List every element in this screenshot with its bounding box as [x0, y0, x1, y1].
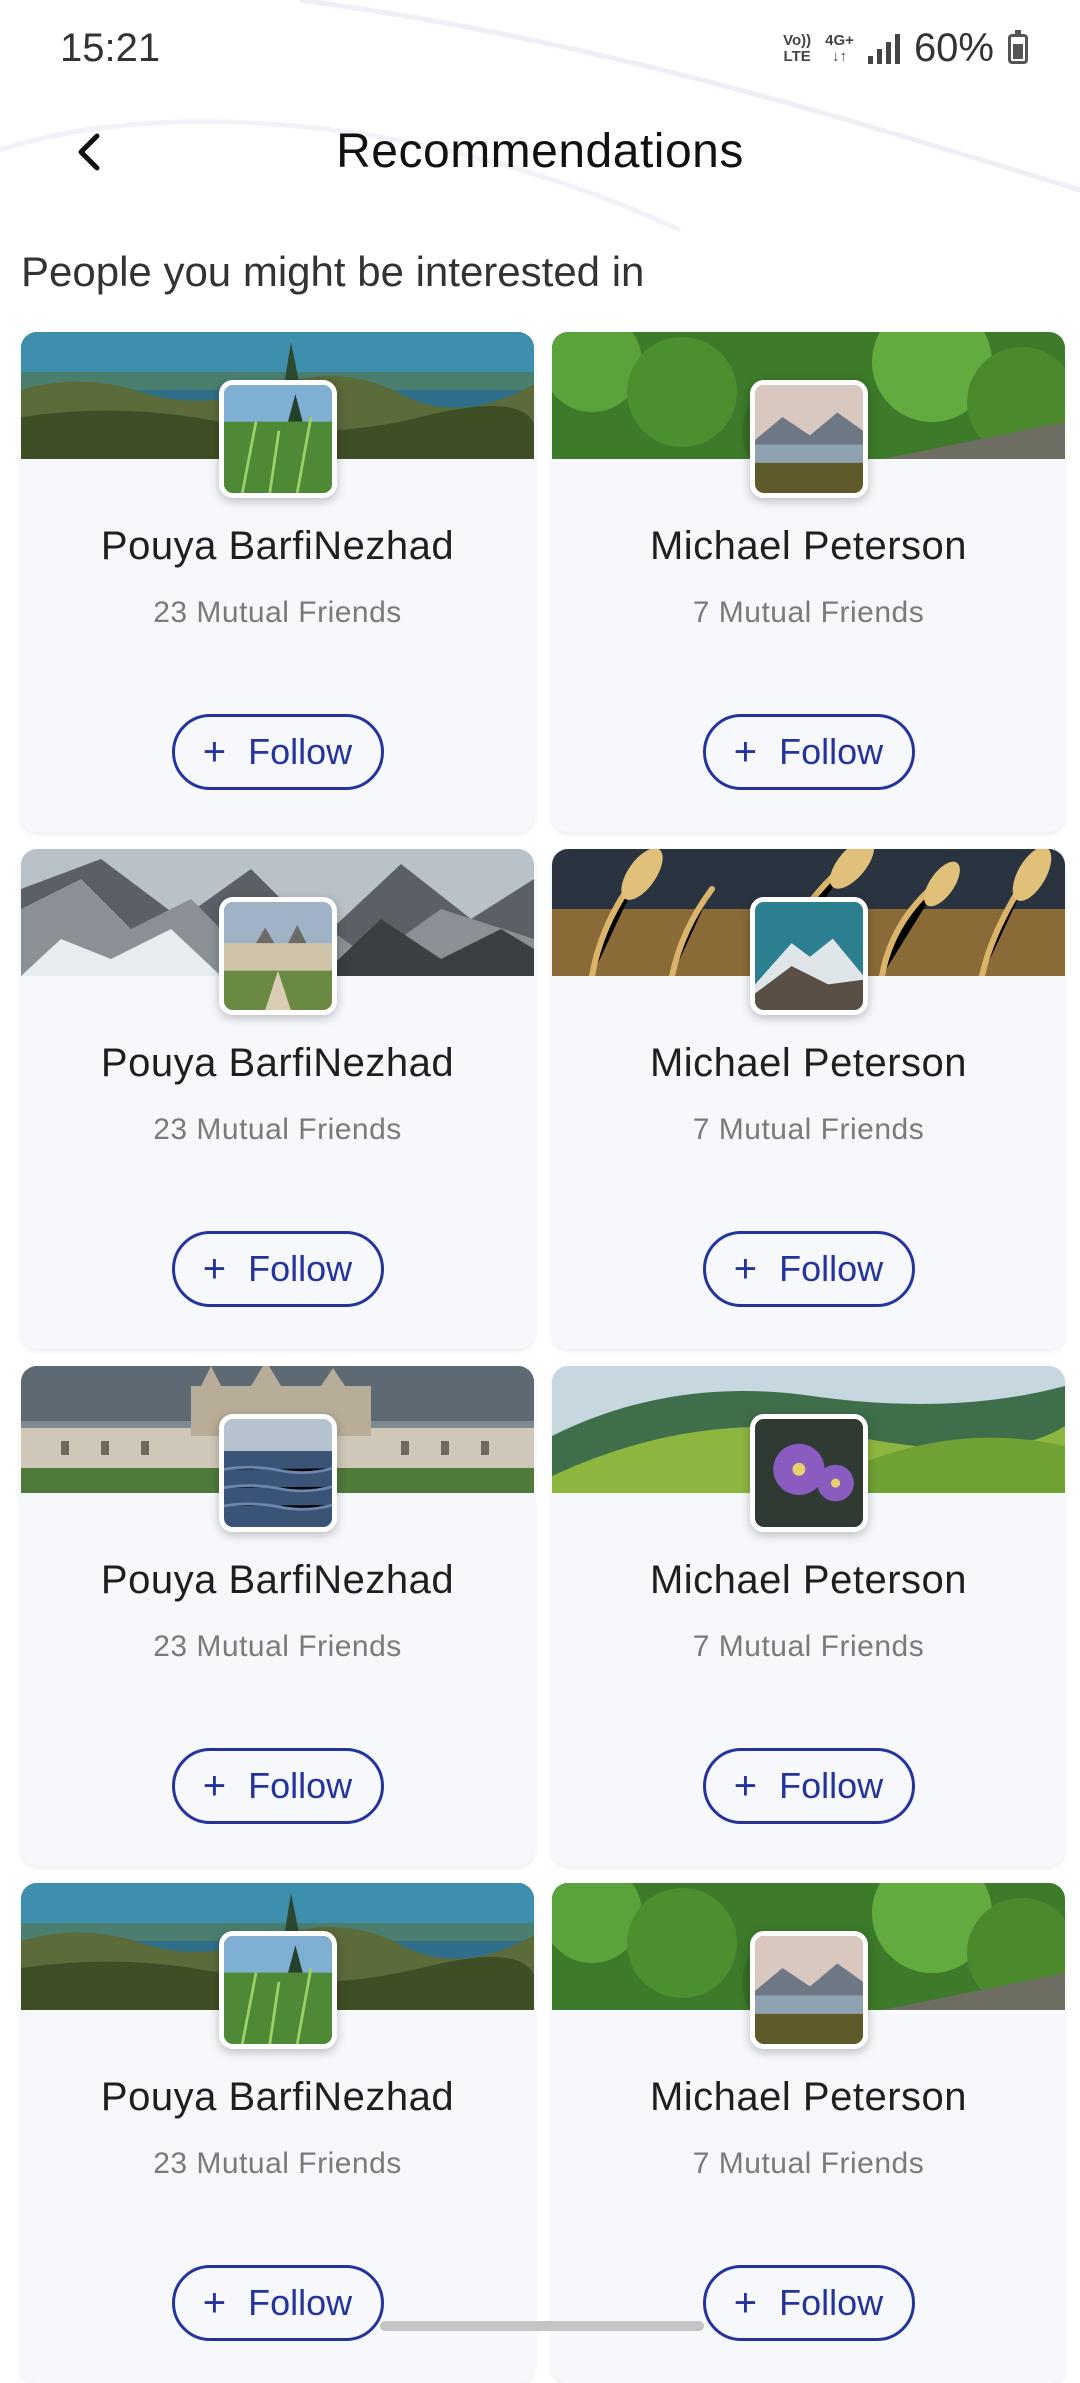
app-header: Recommendations: [0, 100, 1080, 210]
recommendation-card[interactable]: Michael Peterson 7 Mutual Friends + Foll…: [552, 332, 1065, 832]
avatar[interactable]: [749, 897, 868, 1015]
follow-button[interactable]: + Follow: [702, 1231, 915, 1307]
avatar-image: [754, 902, 863, 1010]
avatar[interactable]: [749, 1414, 868, 1532]
recommendation-card[interactable]: Pouya BarfiNezhad 23 Mutual Friends + Fo…: [21, 332, 534, 832]
person-name: Pouya BarfiNezhad: [100, 1041, 455, 1085]
follow-label: Follow: [248, 1248, 353, 1289]
follow-button[interactable]: + Follow: [171, 1231, 384, 1307]
avatar-image: [754, 385, 863, 493]
recommendation-card[interactable]: Pouya BarfiNezhad 23 Mutual Friends + Fo…: [21, 1366, 534, 1866]
person-name: Michael Peterson: [649, 2075, 968, 2119]
plus-icon: +: [202, 2281, 227, 2325]
plus-icon: +: [733, 2281, 758, 2325]
person-name: Pouya BarfiNezhad: [100, 524, 455, 568]
follow-button[interactable]: + Follow: [171, 2265, 384, 2341]
mutual-friends: 23 Mutual Friends: [153, 2147, 402, 2180]
status-icons: Vo)) LTE 4G+ ↓↑ 60%: [783, 26, 1028, 71]
person-name: Pouya BarfiNezhad: [100, 2075, 455, 2119]
follow-button[interactable]: + Follow: [171, 1748, 384, 1824]
mutual-friends: 7 Mutual Friends: [692, 1630, 925, 1663]
recommendation-card[interactable]: Michael Peterson 7 Mutual Friends + Foll…: [552, 1883, 1065, 2383]
avatar-image: [754, 1936, 863, 2044]
battery-icon: [1008, 29, 1028, 64]
person-name: Michael Peterson: [649, 1558, 968, 1602]
person-name: Michael Peterson: [649, 524, 968, 568]
home-indicator[interactable]: [380, 2321, 704, 2331]
plus-icon: +: [733, 1764, 758, 1808]
follow-label: Follow: [248, 1765, 353, 1806]
avatar-image: [223, 385, 332, 493]
follow-label: Follow: [779, 731, 884, 772]
person-name: Pouya BarfiNezhad: [100, 1558, 455, 1602]
follow-label: Follow: [779, 1248, 884, 1289]
mutual-friends: 7 Mutual Friends: [692, 596, 925, 629]
avatar[interactable]: [218, 1931, 337, 2049]
battery-percent: 60%: [913, 26, 994, 70]
plus-icon: +: [202, 1764, 227, 1808]
recommendation-card[interactable]: Pouya BarfiNezhad 23 Mutual Friends + Fo…: [21, 1883, 534, 2383]
plus-icon: +: [733, 1247, 758, 1291]
avatar-image: [754, 1419, 863, 1527]
avatar-image: [223, 902, 332, 1010]
status-time: 15:21: [60, 26, 161, 70]
volte-icon: Vo)) LTE: [783, 31, 812, 65]
avatar[interactable]: [218, 897, 337, 1015]
avatar[interactable]: [218, 1414, 337, 1532]
avatar-image: [223, 1419, 332, 1527]
avatar[interactable]: [749, 1931, 868, 2049]
plus-icon: +: [202, 1247, 227, 1291]
follow-label: Follow: [248, 2282, 353, 2323]
follow-button[interactable]: + Follow: [702, 2265, 915, 2341]
mutual-friends: 7 Mutual Friends: [692, 1113, 925, 1146]
avatar[interactable]: [218, 380, 337, 498]
page-title: Recommendations: [336, 125, 744, 178]
mutual-friends: 23 Mutual Friends: [153, 1113, 402, 1146]
follow-button[interactable]: + Follow: [702, 1748, 915, 1824]
network-4g-icon: 4G+ ↓↑: [825, 31, 854, 65]
recommendation-card[interactable]: Pouya BarfiNezhad 23 Mutual Friends + Fo…: [21, 849, 534, 1349]
follow-label: Follow: [779, 1765, 884, 1806]
avatar[interactable]: [749, 380, 868, 498]
avatar-image: [223, 1936, 332, 2044]
recommendation-card[interactable]: Michael Peterson 7 Mutual Friends + Foll…: [552, 1366, 1065, 1866]
follow-label: Follow: [248, 731, 353, 772]
signal-icon: [867, 33, 900, 64]
follow-label: Follow: [779, 2282, 884, 2323]
status-bar: 15:21 Vo)) LTE 4G+ ↓↑ 60%: [0, 0, 1080, 100]
plus-icon: +: [733, 730, 758, 774]
section-title: People you might be interested in: [21, 248, 645, 295]
recommendation-card[interactable]: Michael Peterson 7 Mutual Friends + Foll…: [552, 849, 1065, 1349]
mutual-friends: 23 Mutual Friends: [153, 1630, 402, 1663]
mutual-friends: 23 Mutual Friends: [153, 596, 402, 629]
plus-icon: +: [202, 730, 227, 774]
person-name: Michael Peterson: [649, 1041, 968, 1085]
mutual-friends: 7 Mutual Friends: [692, 2147, 925, 2180]
follow-button[interactable]: + Follow: [171, 714, 384, 790]
follow-button[interactable]: + Follow: [702, 714, 915, 790]
